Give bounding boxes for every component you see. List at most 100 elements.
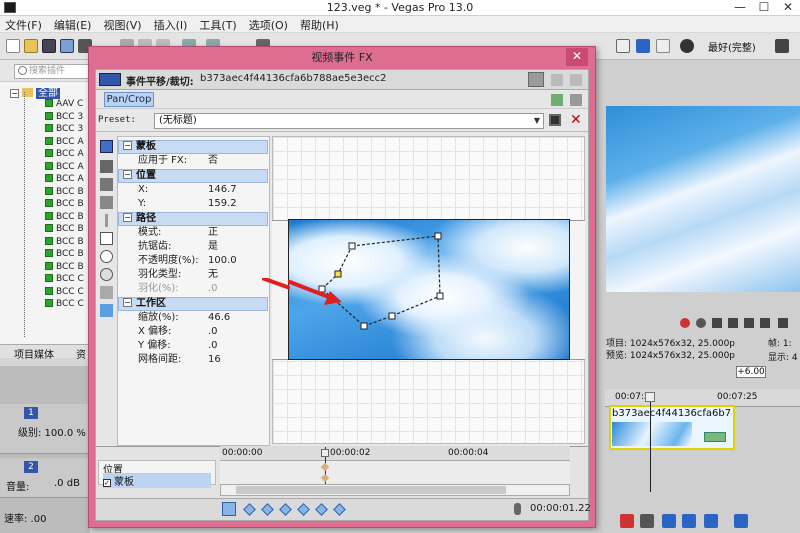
prop-x-offset[interactable]: X 偏移: .0 (138, 325, 268, 339)
stop-icon[interactable] (760, 318, 770, 328)
snapshot-icon[interactable] (775, 39, 789, 53)
marker-icon[interactable] (620, 514, 634, 528)
preview-quality[interactable]: 最好(完整) (708, 39, 756, 54)
prop-opacity[interactable]: 不透明度(%): 100.0 (138, 254, 268, 268)
play-icon[interactable] (728, 318, 738, 328)
plugin-list-item[interactable]: BCC C (45, 298, 84, 310)
tab-explorer[interactable]: 资 (76, 346, 86, 361)
prop-x[interactable]: X: 146.7 (138, 183, 268, 197)
anchor-convert-icon[interactable] (100, 286, 113, 299)
prop-zoom[interactable]: 缩放(%): 46.6 (138, 311, 268, 325)
overlay-icon[interactable] (680, 39, 694, 53)
region-icon[interactable] (640, 514, 654, 528)
prop-antialias[interactable]: 抗锯齿: 是 (138, 240, 268, 254)
split-screen-icon[interactable] (656, 39, 670, 53)
playhead-marker[interactable] (645, 392, 655, 402)
plugin-list-item[interactable]: BCC B (45, 186, 84, 198)
menu-help[interactable]: 帮助(H) (295, 16, 346, 33)
auto-ripple-icon[interactable] (734, 514, 748, 528)
prop-feather-type[interactable]: 羽化类型: 无 (138, 268, 268, 282)
prop-value[interactable]: 正 (208, 226, 218, 240)
path-point-selected[interactable] (334, 270, 342, 278)
prop-y[interactable]: Y: 159.2 (138, 197, 268, 211)
properties-icon[interactable] (60, 39, 74, 53)
split-tool-icon[interactable] (105, 214, 108, 227)
new-file-icon[interactable] (6, 39, 20, 53)
path-point-handle[interactable] (436, 292, 444, 300)
checkbox-mask[interactable]: ✓ (103, 479, 111, 487)
menu-view[interactable]: 视图(V) (98, 16, 148, 33)
plugin-list-item[interactable]: BCC B (45, 198, 84, 210)
prop-value[interactable]: 100.0 (208, 254, 237, 268)
tab-pan-crop[interactable]: Pan/Crop (104, 92, 154, 107)
maximize-icon[interactable]: ☐ (752, 0, 776, 16)
mask-path-overlay[interactable] (288, 219, 570, 360)
menu-tools[interactable]: 工具(T) (194, 16, 243, 33)
path-point-handle[interactable] (318, 285, 326, 293)
anchor-tool-icon[interactable] (100, 160, 113, 173)
plugin-list-item[interactable]: BCC B (45, 211, 84, 223)
normal-tool-icon[interactable] (100, 140, 113, 153)
plugin-list-item[interactable]: BCC B (45, 261, 84, 273)
pen-add-icon[interactable] (100, 196, 113, 209)
plugin-list-item[interactable]: BCC C (45, 286, 84, 298)
close-icon[interactable]: ✕ (570, 50, 584, 64)
plugin-list-item[interactable]: BCC B (45, 223, 84, 235)
record-icon[interactable] (680, 318, 690, 328)
prop-grid-spacing[interactable]: 网格间距: 16 (138, 353, 268, 367)
menu-insert[interactable]: 插入(I) (149, 16, 195, 33)
zoom-value[interactable]: +6.00 (736, 366, 766, 378)
tab-project-media[interactable]: 项目媒体 (14, 346, 54, 361)
plugin-list-item[interactable]: AAV C (45, 98, 83, 110)
prop-value[interactable]: 16 (208, 353, 221, 367)
chevron-down-icon[interactable]: ▼ (531, 114, 543, 128)
menu-file[interactable]: 文件(F) (0, 16, 49, 33)
row-mask[interactable]: ✓ 蒙板 (103, 473, 211, 488)
prop-value[interactable]: 无 (208, 268, 218, 282)
prop-value[interactable]: 46.6 (208, 311, 230, 325)
track-audio-2[interactable]: 2 音量: .0 dB (0, 458, 90, 498)
plugin-list-item[interactable]: BCC B (45, 248, 84, 260)
sync-cursor-icon[interactable] (222, 502, 236, 516)
kf-playhead[interactable] (321, 449, 329, 457)
chain-options-icon[interactable] (570, 74, 582, 86)
rectangle-tool-icon[interactable] (100, 232, 113, 245)
pause-icon[interactable] (744, 318, 754, 328)
plugin-list-item[interactable]: BCC B (45, 236, 84, 248)
track-video-1[interactable]: 1 级别: 100.0 % (0, 404, 90, 454)
envelope-tool-icon[interactable] (682, 514, 696, 528)
save-preset-icon[interactable] (549, 114, 561, 126)
preset-select[interactable]: (无标题) (154, 113, 544, 129)
minimize-icon[interactable]: — (728, 0, 752, 16)
close-window-icon[interactable]: ✕ (776, 0, 800, 16)
prop-value[interactable]: .0 (208, 325, 218, 339)
path-point-handle[interactable] (388, 312, 396, 320)
pen-tool-icon[interactable] (100, 178, 113, 191)
preview-props-icon[interactable] (616, 39, 630, 53)
menu-edit[interactable]: 编辑(E) (49, 16, 99, 33)
prop-value[interactable]: 否 (208, 154, 218, 168)
prop-value[interactable]: .0 (208, 339, 218, 353)
play-from-start-icon[interactable] (712, 318, 722, 328)
menu-options[interactable]: 选项(O) (244, 16, 295, 33)
transform-icon[interactable] (100, 304, 113, 317)
remove-plugin-icon[interactable] (570, 94, 582, 106)
prop-value[interactable]: 是 (208, 240, 218, 254)
plugin-list-item[interactable]: BCC A (45, 173, 84, 185)
tree-root[interactable]: − 全部 (10, 84, 60, 99)
prop-value[interactable]: 159.2 (208, 197, 237, 211)
path-point-handle[interactable] (434, 232, 442, 240)
go-to-start-icon[interactable] (778, 318, 788, 328)
plugin-list-item[interactable]: BCC A (45, 136, 84, 148)
prop-mode[interactable]: 模式: 正 (138, 226, 268, 240)
loop-icon[interactable] (696, 318, 706, 328)
prop-y-offset[interactable]: Y 偏移: .0 (138, 339, 268, 353)
selection-tool-icon[interactable] (704, 514, 718, 528)
chain-menu-icon[interactable] (551, 74, 563, 86)
prop-apply-to-fx[interactable]: 应用于 FX: 否 (138, 154, 268, 168)
section-mask[interactable]: − 蒙板 (118, 140, 268, 154)
plugin-list-item[interactable]: BCC 3 (45, 123, 83, 135)
add-plugin-icon[interactable] (551, 94, 563, 106)
plugin-chain-icon[interactable] (528, 72, 544, 87)
plugin-list-item[interactable]: BCC 3 (45, 111, 83, 123)
